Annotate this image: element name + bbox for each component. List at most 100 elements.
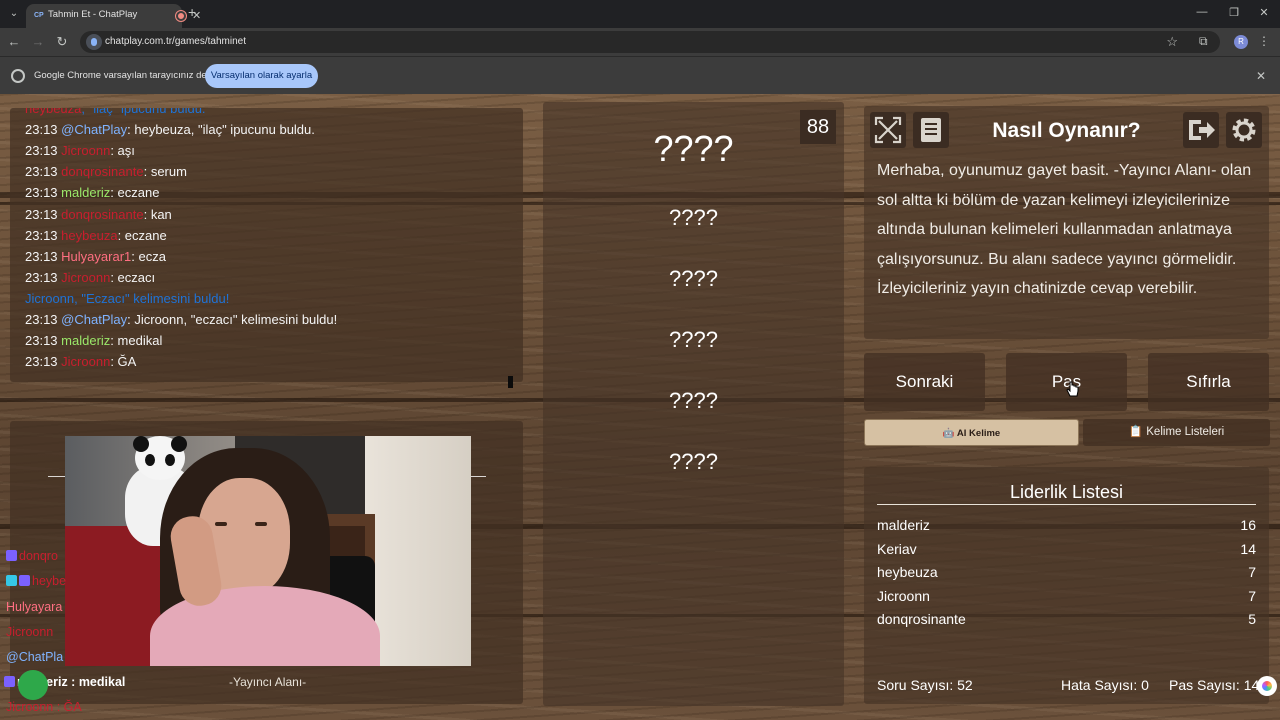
chat-username[interactable]: donqrosinante: [61, 207, 143, 222]
chat-message: 23:13 Jicroonn: eczacı: [25, 270, 155, 285]
extensions-icon[interactable]: ⧉: [1199, 34, 1208, 49]
chrome-logo-icon: [11, 69, 25, 83]
next-button[interactable]: Sonraki: [864, 353, 985, 411]
overlay-message: Jicroonn : ĞA: [6, 700, 82, 714]
chat-username[interactable]: Jicroonn: [61, 354, 110, 369]
chat-username: heybeuza: [25, 108, 82, 116]
overlay-text: donqro: [19, 549, 58, 563]
tab-favicon-icon: CP: [34, 12, 44, 19]
recording-indicator-icon: [176, 11, 186, 21]
chat-text: ĞA: [117, 354, 137, 370]
leaderboard-player-name: donqrosinante: [877, 611, 966, 628]
back-icon[interactable]: ←: [6, 34, 22, 50]
chat-time: 23:13: [25, 269, 58, 285]
overlay-message: donqro: [6, 549, 58, 563]
error-count: Hata Sayısı: 0: [1061, 677, 1149, 693]
question-count: Soru Sayısı: 52: [877, 677, 973, 693]
leaderboard-player-name: heybeuza: [877, 564, 938, 581]
site-info-icon[interactable]: [86, 34, 102, 50]
chat-separator: :: [143, 164, 151, 180]
chat-time: 23:13: [25, 122, 58, 138]
restore-icon[interactable]: ❐: [1224, 6, 1244, 19]
tab-title: Tahmin Et - ChatPlay: [48, 9, 138, 20]
forbidden-word: ????: [669, 388, 718, 413]
ai-word-button[interactable]: 🤖 AI Kelime: [864, 419, 1079, 446]
new-tab-icon[interactable]: +: [188, 5, 196, 19]
window-close-icon[interactable]: ✕: [1254, 6, 1274, 19]
leaderboard-player-name: Keriav: [877, 540, 917, 557]
leaderboard-player-score: 7: [1248, 587, 1256, 604]
chat-message: 23:13 @ChatPlay: heybeuza, "ilaç" ipucun…: [25, 122, 315, 137]
chat-message: 23:13 Hulyayarar1: ecza: [25, 249, 166, 264]
chat-separator: :: [110, 333, 118, 349]
leaderboard-player-name: Jicroonn: [877, 587, 930, 604]
list-icon: 📋: [1128, 426, 1147, 438]
overlay-message: @ChatPla: [6, 650, 63, 664]
default-browser-infobar: Google Chrome varsayılan tarayıcınız değ…: [0, 56, 1280, 94]
chat-separator: :: [110, 185, 118, 201]
browser-menu-icon[interactable]: ⋮: [1258, 34, 1270, 48]
chat-username[interactable]: Jicroonn: [61, 143, 110, 158]
system-message: Jicroonn, "Eczacı" kelimesini buldu!: [25, 291, 229, 306]
chat-separator: :: [143, 206, 151, 222]
leaderboard-divider: [877, 504, 1256, 505]
reset-button[interactable]: Sıfırla: [1148, 353, 1269, 411]
forward-icon[interactable]: →: [30, 34, 46, 50]
chat-username[interactable]: Hulyayarar1: [61, 249, 131, 264]
system-message: heybeuza, "ilaç" ipucunu buldu.: [25, 108, 206, 116]
chat-text: eczacı: [117, 269, 156, 285]
badge-icon: [4, 676, 15, 687]
tab-search-chevron-icon[interactable]: ⌄: [6, 6, 22, 22]
chat-message: 23:13 @ChatPlay: Jicroonn, "eczacı" keli…: [25, 312, 337, 327]
chat-text: kan: [150, 206, 172, 222]
logout-icon[interactable]: [1183, 112, 1219, 148]
overlay-text: Jicroonn: [6, 625, 54, 639]
word-lists-button[interactable]: 📋 Kelime Listeleri: [1083, 419, 1270, 446]
chat-time: 23:13: [25, 227, 58, 243]
forbidden-word: ????: [669, 327, 718, 352]
overlay-avatar: [18, 670, 48, 700]
system-text: Jicroonn, "Eczacı" kelimesini buldu!: [25, 290, 230, 306]
chat-username[interactable]: heybeuza: [61, 228, 117, 243]
bookmark-star-icon[interactable]: ☆: [1166, 34, 1178, 50]
chat-username[interactable]: malderiz: [61, 333, 110, 348]
set-default-button[interactable]: Varsayılan olarak ayarla: [205, 64, 318, 88]
chat-text: serum: [150, 164, 187, 180]
minimize-icon[interactable]: —: [1192, 6, 1212, 18]
chat-time: 23:13: [25, 312, 58, 327]
leaderboard-player-score: 7: [1248, 564, 1256, 581]
chat-time: 23:13: [25, 164, 58, 180]
leaderboard-player-score: 16: [1240, 517, 1256, 533]
chat-time: 23:13: [25, 248, 58, 264]
webcam-video: [65, 436, 471, 666]
chat-text: eczane: [117, 185, 160, 201]
infobar-close-icon[interactable]: ✕: [1256, 69, 1266, 83]
browser-tab[interactable]: CP Tahmin Et - ChatPlay ✕: [26, 4, 201, 28]
address-bar[interactable]: chatplay.com.tr/games/tahminet ☆: [80, 31, 1220, 53]
floating-extension-icon[interactable]: [1257, 676, 1277, 696]
badge-icon: [6, 575, 17, 586]
profile-avatar[interactable]: R: [1234, 35, 1248, 49]
infobar-message: Google Chrome varsayılan tarayıcınız değ…: [34, 70, 217, 81]
chat-scrollbar[interactable]: [508, 376, 513, 388]
browser-tab-bar: ⌄ CP Tahmin Et - ChatPlay ✕ + — ❐ ✕: [0, 0, 1280, 28]
chat-text: eczane: [124, 227, 167, 243]
chat-message: 23:13 Jicroonn: aşı: [25, 143, 135, 158]
chat-message: 23:13 heybeuza: eczane: [25, 228, 167, 243]
chat-message: 23:13 Jicroonn: ĞA: [25, 354, 136, 369]
secret-word: ????: [653, 128, 734, 169]
streamer-divider: [470, 476, 486, 477]
chat-username[interactable]: Jicroonn: [61, 270, 110, 285]
overlay-message: Hulyayara: [6, 600, 62, 614]
chat-text: aşı: [117, 143, 135, 159]
chat-message: 23:13 donqrosinante: serum: [25, 164, 187, 179]
chat-username[interactable]: @ChatPlay: [61, 122, 127, 137]
pass-count: Pas Sayısı: 14: [1169, 677, 1260, 693]
chat-username[interactable]: donqrosinante: [61, 164, 143, 179]
reload-icon[interactable]: ↻: [54, 34, 70, 50]
chat-message: 23:13 donqrosinante: kan: [25, 207, 172, 222]
chat-username[interactable]: @ChatPlay: [61, 312, 127, 327]
settings-icon[interactable]: [1226, 112, 1262, 148]
robot-icon: 🤖: [942, 428, 957, 439]
chat-username[interactable]: malderiz: [61, 185, 110, 200]
